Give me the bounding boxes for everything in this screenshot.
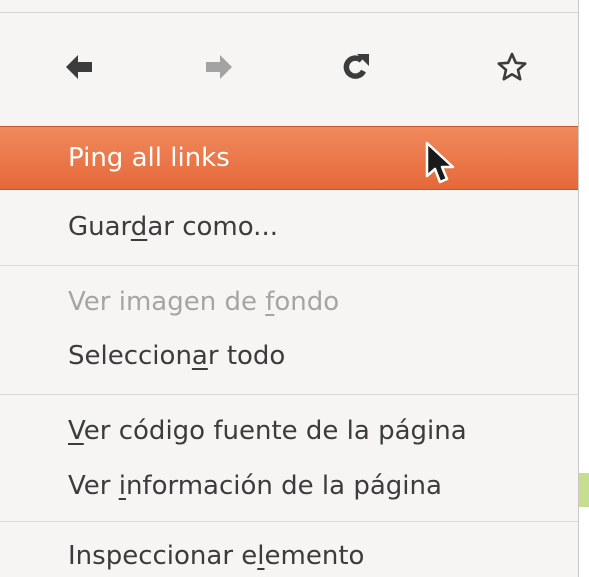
- menu-separator: [0, 265, 578, 266]
- menu-item-label: Ping all links: [68, 143, 230, 173]
- context-menu: Ping all links Guardar como... Ver image…: [0, 0, 579, 577]
- star-icon: [497, 52, 527, 81]
- menu-item-inspect-element[interactable]: Inspeccionar elemento: [0, 539, 578, 577]
- menu-item-label: Ver código fuente de la página: [68, 416, 467, 446]
- menu-item-select-all[interactable]: Seleccionar todo: [0, 339, 578, 379]
- menu-item-label: Guardar como...: [68, 212, 278, 242]
- mouse-cursor-icon: [425, 141, 455, 184]
- arrow-left-icon: [66, 55, 92, 79]
- menu-item-ping-all-links[interactable]: Ping all links: [0, 126, 578, 190]
- menu-item-label: Inspeccionar elemento: [68, 541, 365, 571]
- reload-button[interactable]: [336, 47, 376, 87]
- bookmark-button[interactable]: [492, 47, 532, 87]
- menu-item-save-as[interactable]: Guardar como...: [0, 210, 578, 250]
- menu-item-label: Seleccionar todo: [68, 341, 286, 371]
- page-green-strip: [579, 473, 589, 507]
- menu-item-label: Ver información de la página: [68, 471, 442, 501]
- navigation-toolbar: [0, 13, 578, 123]
- menu-separator: [0, 394, 578, 395]
- reload-icon: [343, 54, 369, 79]
- menu-item-label: Ver imagen de fondo: [68, 287, 340, 317]
- arrow-right-icon: [206, 55, 232, 79]
- menu-item-view-background-image: Ver imagen de fondo: [0, 285, 578, 325]
- forward-button: [198, 47, 238, 87]
- menu-item-view-page-info[interactable]: Ver información de la página: [0, 469, 578, 509]
- back-button[interactable]: [60, 47, 100, 87]
- screenshot-stage: Ping all links Guardar como... Ver image…: [0, 0, 589, 577]
- menu-item-view-page-source[interactable]: Ver código fuente de la página: [0, 414, 578, 454]
- menu-separator: [0, 521, 578, 522]
